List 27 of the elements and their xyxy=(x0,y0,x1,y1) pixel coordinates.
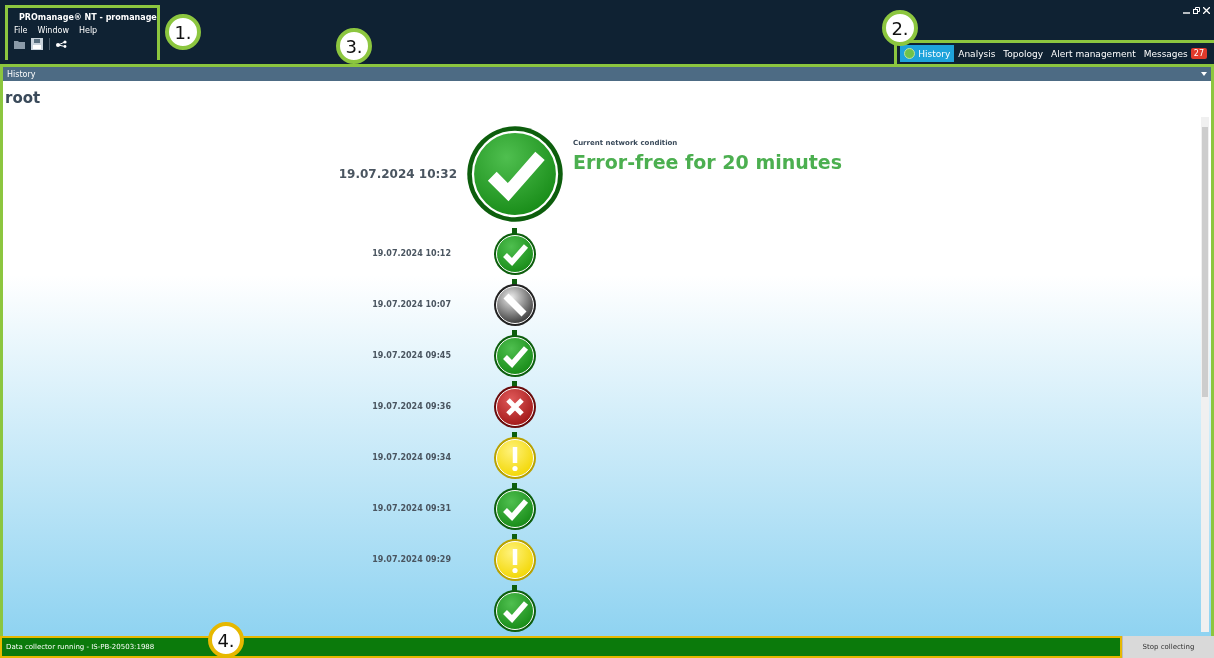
timestamp: 19.07.2024 10:12 xyxy=(372,249,451,258)
scrollbar[interactable] xyxy=(1201,117,1209,632)
restore-button[interactable] xyxy=(1193,7,1200,14)
tab[interactable]: Topology xyxy=(999,45,1048,62)
network-icon[interactable] xyxy=(56,40,67,48)
condition-headline: Error-free for 20 minutes xyxy=(573,151,844,173)
timestamp: 19.07.2024 10:07 xyxy=(372,300,451,309)
node-title: root xyxy=(4,88,42,109)
menu-item[interactable]: Help xyxy=(78,26,98,35)
count-badge: 27 xyxy=(1190,48,1207,59)
dropdown-caret-icon[interactable] xyxy=(1201,72,1207,76)
folder-icon[interactable] xyxy=(14,39,25,49)
tab[interactable]: Analysis xyxy=(954,45,1000,62)
timestamp: 19.07.2024 09:45 xyxy=(372,351,451,360)
menu-item[interactable]: Window xyxy=(37,26,69,35)
timestamp: 19.07.2024 10:32 xyxy=(337,167,458,181)
timestamp: 19.07.2024 09:36 xyxy=(372,402,451,411)
window-title: PROmanage® NT - promanage xyxy=(19,12,157,22)
timestamp: 19.07.2024 09:34 xyxy=(372,453,451,462)
section-title: History xyxy=(7,69,36,79)
menu-item[interactable]: File xyxy=(14,26,28,35)
tab[interactable]: Messages 27 xyxy=(1139,45,1211,62)
close-button[interactable] xyxy=(1203,7,1210,14)
tab[interactable]: Alert management xyxy=(1047,45,1140,62)
save-icon[interactable] xyxy=(31,38,43,50)
timestamp: 19.07.2024 09:31 xyxy=(372,504,451,513)
timestamp: 19.07.2024 09:29 xyxy=(372,555,451,564)
